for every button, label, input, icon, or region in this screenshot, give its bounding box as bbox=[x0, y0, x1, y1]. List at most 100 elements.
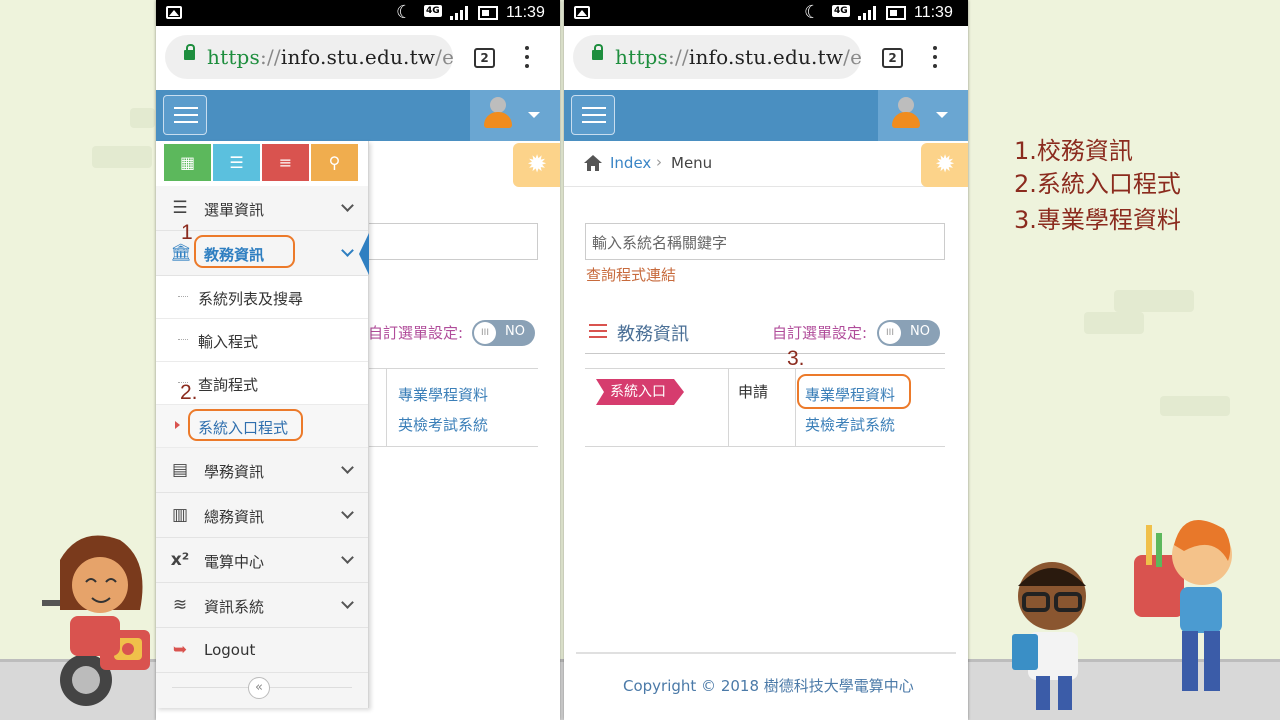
browser-menu-icon[interactable] bbox=[524, 46, 530, 70]
network-type-badge: 4G bbox=[424, 5, 442, 17]
boy-with-book-illustration bbox=[1012, 562, 1086, 710]
left-phone-screen: ☾ 4G 11:39 https://info.stu.edu.tw/e 2 ✹… bbox=[156, 0, 560, 720]
url-host: info.stu.edu.tw bbox=[280, 45, 436, 69]
battery-icon bbox=[886, 6, 906, 20]
toggle-text: NO bbox=[910, 324, 930, 339]
chevron-down-icon bbox=[341, 596, 354, 609]
address-bar[interactable]: https://info.stu.edu.tw/e bbox=[165, 35, 453, 79]
highlight-academic-affairs bbox=[194, 235, 295, 268]
settings-button[interactable]: ✹ bbox=[513, 143, 560, 187]
chevron-down-icon bbox=[341, 461, 354, 474]
breadcrumb-index-link[interactable]: Index bbox=[610, 154, 651, 172]
gear-icon: ✹ bbox=[526, 150, 548, 178]
sidebar-item-student-affairs[interactable]: ▤ 學務資訊 bbox=[156, 448, 368, 493]
home-icon bbox=[584, 155, 602, 171]
list-shortcut-button[interactable]: ☰ bbox=[213, 144, 260, 181]
user-menu-button[interactable] bbox=[878, 90, 968, 141]
list-icon bbox=[589, 324, 607, 338]
logout-icon: ➥ bbox=[172, 640, 188, 660]
sidebar-subitem-label: 系統列表及搜尋 bbox=[198, 290, 304, 308]
url-path: /e bbox=[843, 45, 861, 69]
clock: 11:39 bbox=[914, 4, 953, 21]
toggle-knob: III bbox=[474, 322, 496, 344]
browser-menu-icon[interactable] bbox=[932, 46, 938, 70]
url-text: https://info.stu.edu.tw/e bbox=[207, 45, 453, 69]
settings-button[interactable]: ✹ bbox=[921, 143, 968, 187]
menu-toggle-button[interactable] bbox=[163, 95, 207, 135]
footer-copyright: Copyright © 2018 樹德科技大學電算中心 bbox=[623, 677, 914, 695]
user-avatar-icon bbox=[490, 97, 506, 113]
tab-switcher-button[interactable]: 2 bbox=[474, 48, 495, 68]
annotation-step-3: 3.專業學程資料 bbox=[1014, 206, 1181, 234]
user-avatar-body bbox=[484, 112, 512, 128]
caret-down-icon bbox=[936, 112, 948, 118]
signal-strength-icon bbox=[446, 6, 472, 20]
bars-icon: ☰ bbox=[172, 198, 188, 218]
program-link-english-exam[interactable]: 英檢考試系統 bbox=[398, 414, 488, 435]
sidebar-item-computer-center[interactable]: x² 電算中心 bbox=[156, 538, 368, 583]
sidebar-subitem-label: 查詢程式 bbox=[198, 376, 259, 394]
column-divider bbox=[795, 369, 796, 447]
bg-stripe bbox=[1114, 290, 1194, 312]
search-input[interactable] bbox=[366, 223, 538, 260]
section-title: 教務資訊 bbox=[617, 324, 689, 345]
sidebar-subitem-system-list[interactable]: 系統列表及搜尋 bbox=[156, 276, 368, 319]
lock-icon bbox=[184, 44, 195, 60]
divider bbox=[585, 446, 945, 447]
sidebar-subitem-label: 輸入程式 bbox=[198, 333, 259, 351]
active-item-marker bbox=[359, 233, 369, 275]
custom-menu-toggle[interactable]: III NO bbox=[472, 320, 535, 346]
do-not-disturb-icon: ☾ bbox=[804, 2, 821, 23]
bank-icon: 🏛 bbox=[170, 243, 192, 263]
tab-switcher-button[interactable]: 2 bbox=[882, 48, 903, 68]
sidebar-item-label: 資訊系統 bbox=[204, 598, 265, 616]
address-bar[interactable]: https://info.stu.edu.tw/e bbox=[573, 35, 861, 79]
program-link-english-exam[interactable]: 英檢考試系統 bbox=[805, 414, 895, 435]
girl-wheelchair-illustration bbox=[42, 535, 150, 706]
chevron-down-icon bbox=[341, 506, 354, 519]
collapse-sidebar-button[interactable]: « bbox=[248, 677, 270, 699]
bg-stripe bbox=[130, 108, 155, 128]
sidebar-item-logout[interactable]: ➥ Logout bbox=[156, 628, 368, 673]
toggle-text: NO bbox=[505, 324, 525, 339]
menu-shortcut-button[interactable]: ≡ bbox=[262, 144, 309, 181]
divider bbox=[366, 446, 538, 447]
divider bbox=[585, 353, 945, 354]
gallery-notification-icon bbox=[166, 6, 182, 19]
url-path: /e bbox=[435, 45, 453, 69]
search-shortcut-button[interactable]: ⚲ bbox=[311, 144, 358, 181]
sidebar-item-label: 電算中心 bbox=[204, 553, 265, 571]
clock: 11:39 bbox=[506, 4, 545, 21]
user-avatar-body bbox=[892, 112, 920, 128]
calendar-shortcut-button[interactable]: ▦ bbox=[164, 144, 211, 181]
bg-stripe bbox=[1160, 396, 1230, 416]
highlight-system-portal bbox=[188, 409, 303, 441]
network-type-badge: 4G bbox=[832, 5, 850, 17]
status-bar: ☾ 4G 11:39 bbox=[156, 0, 560, 26]
program-link-professional[interactable]: 專業學程資料 bbox=[398, 384, 488, 405]
user-menu-button[interactable] bbox=[470, 90, 560, 141]
custom-menu-toggle[interactable]: III NO bbox=[877, 320, 940, 346]
divider bbox=[585, 368, 945, 369]
do-not-disturb-icon: ☾ bbox=[396, 2, 413, 23]
annotation-step-1: 1.校務資訊 bbox=[1014, 137, 1133, 165]
chevron-down-icon bbox=[341, 199, 354, 212]
menu-toggle-button[interactable] bbox=[571, 95, 615, 135]
system-search-input[interactable]: 輸入系統名稱關鍵字 bbox=[585, 223, 945, 260]
url-scheme: https bbox=[207, 45, 261, 69]
query-program-link[interactable]: 查詢程式連結 bbox=[586, 264, 676, 285]
sidebar-item-info-systems[interactable]: ≋ 資訊系統 bbox=[156, 583, 368, 628]
sidebar-item-general-affairs[interactable]: ▥ 總務資訊 bbox=[156, 493, 368, 538]
url-separator: :// bbox=[260, 45, 281, 69]
building-icon: ▥ bbox=[171, 505, 189, 525]
custom-menu-label: 自訂選單設定: bbox=[772, 324, 868, 342]
tree-connector bbox=[178, 339, 188, 340]
sidebar-footer: « bbox=[156, 673, 368, 708]
user-avatar-icon bbox=[898, 97, 914, 113]
gear-icon: ✹ bbox=[934, 150, 956, 178]
battery-icon bbox=[478, 6, 498, 20]
step-2-label: 2. bbox=[180, 381, 198, 404]
sidebar-subitem-input-programs[interactable]: 輸入程式 bbox=[156, 319, 368, 362]
url-host: info.stu.edu.tw bbox=[688, 45, 844, 69]
signal-strength-icon bbox=[854, 6, 880, 20]
